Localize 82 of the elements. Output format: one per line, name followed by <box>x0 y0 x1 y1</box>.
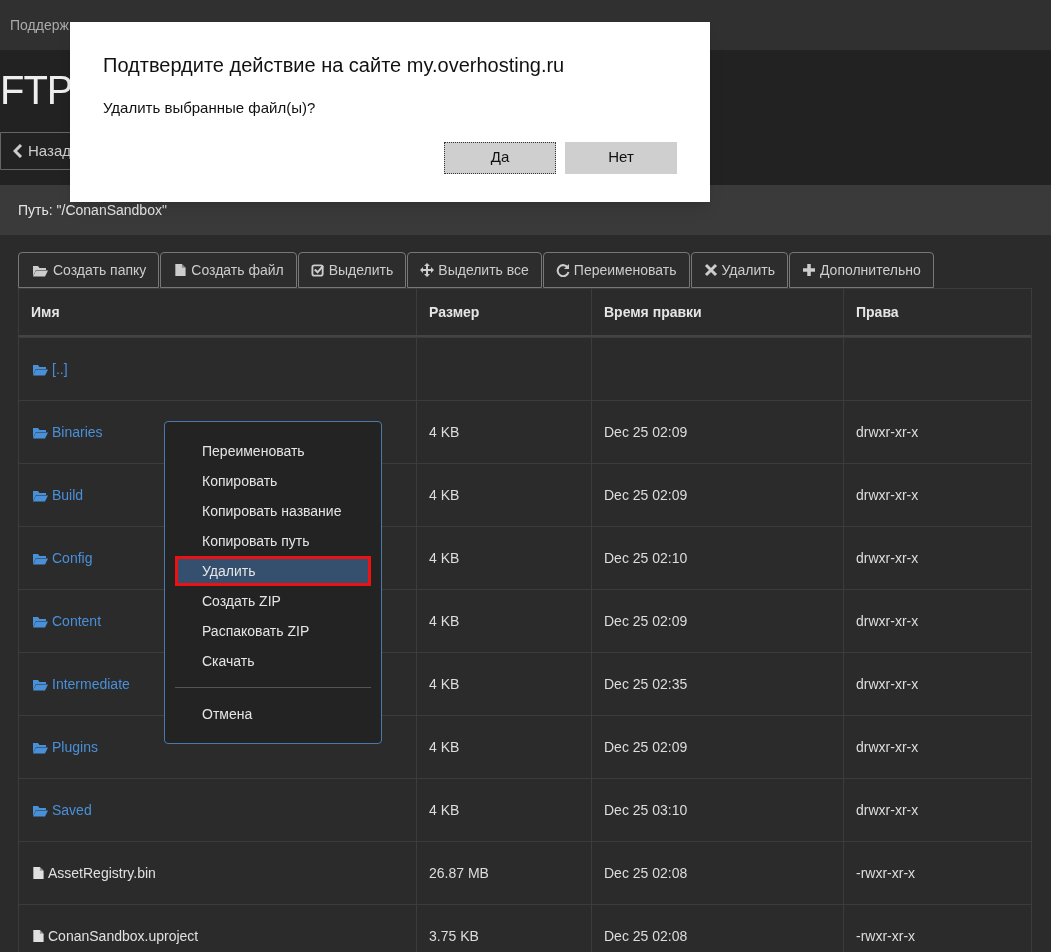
table-cell-text: 4 KB <box>429 485 460 505</box>
table-cell-text: Dec 25 02:10 <box>604 548 688 568</box>
table-cell-text: drwxr-xr-x <box>856 674 919 694</box>
folder-link[interactable]: [..] <box>31 358 68 380</box>
file-icon <box>173 263 188 277</box>
table-cell-text: drwxr-xr-x <box>856 800 919 820</box>
table-cell-text: -rwxr-xr-x <box>856 863 916 883</box>
table-cell-text: 4 KB <box>429 422 460 442</box>
table-cell-text: drwxr-xr-x <box>856 485 919 505</box>
folder-link[interactable]: Saved <box>31 799 92 821</box>
table-cell-text: 3.75 KB <box>429 926 479 946</box>
table-cell-text: Dec 25 02:08 <box>604 863 688 883</box>
toolbar-button[interactable]: Удалить <box>690 252 788 288</box>
table-cell-text: 4 KB <box>429 674 460 694</box>
toolbar-button[interactable]: Дополнительно <box>788 252 934 288</box>
folder-open-icon <box>31 362 49 376</box>
toolbar-button[interactable]: Выделить <box>297 252 407 288</box>
folder-link[interactable]: Content <box>31 610 102 632</box>
nav-link[interactable]: Поддерж <box>10 14 69 36</box>
table-cell-text: drwxr-xr-x <box>856 737 919 757</box>
dialog-message: Удалить выбранные файл(ы)? <box>103 98 317 118</box>
menu-item[interactable]: Создать ZIP <box>175 586 371 616</box>
dialog-button[interactable]: Нет <box>565 141 677 174</box>
file-icon <box>31 929 45 943</box>
dialog-title: Подтвердите действие на сайте my.overhosting.ru <box>103 53 566 78</box>
folder-open-icon <box>31 551 49 565</box>
table-cell-text: Dec 25 02:09 <box>604 611 688 631</box>
file-link[interactable]: ConanSandbox.uproject <box>31 925 199 947</box>
path-label: Путь: "/ConanSandbox" <box>18 200 167 220</box>
table-cell-text: Dec 25 02:35 <box>604 674 688 694</box>
folder-open-icon <box>31 425 49 439</box>
table-cell-text: drwxr-xr-x <box>856 422 919 442</box>
table-cell-text: Dec 25 02:09 <box>604 485 688 505</box>
folder-link[interactable]: Build <box>31 484 84 506</box>
column-header[interactable]: Имя <box>31 301 60 323</box>
folder-open-icon <box>31 677 49 691</box>
toolbar-button[interactable]: Переименовать <box>542 252 690 288</box>
column-header[interactable]: Права <box>856 301 899 323</box>
table-cell-text: 4 KB <box>429 611 460 631</box>
dialog-button[interactable]: Да <box>444 141 556 174</box>
column-header[interactable]: Время правки <box>604 301 702 323</box>
table-cell-text: Dec 25 02:09 <box>604 422 688 442</box>
table-cell-text: Dec 25 02:09 <box>604 737 688 757</box>
folder-link[interactable]: Intermediate <box>31 673 130 695</box>
table-cell-text: 4 KB <box>429 548 460 568</box>
folder-open-icon <box>31 614 49 628</box>
table-cell-text: -rwxr-xr-x <box>856 926 916 946</box>
menu-item[interactable]: Копировать <box>175 466 371 496</box>
menu-item[interactable]: Удалить <box>175 556 371 586</box>
file-icon <box>31 866 45 880</box>
folder-open-icon <box>31 488 49 502</box>
plus-icon <box>801 263 816 277</box>
menu-item[interactable]: Переименовать <box>175 436 371 466</box>
menu-item[interactable]: Копировать путь <box>175 526 371 556</box>
folder-open-icon <box>31 740 49 754</box>
toolbar-button[interactable]: Создать файл <box>160 252 297 288</box>
table-cell-text: 26.87 MB <box>429 863 489 883</box>
table-cell-text: drwxr-xr-x <box>856 611 919 631</box>
file-link[interactable]: AssetRegistry.bin <box>31 862 156 884</box>
folder-open-icon <box>31 803 49 817</box>
table-cell-text: Dec 25 03:10 <box>604 800 688 820</box>
check-square-icon <box>310 263 325 277</box>
folder-link[interactable]: Plugins <box>31 736 98 758</box>
table-cell-text: Dec 25 02:08 <box>604 926 688 946</box>
folder-link[interactable]: Config <box>31 547 93 569</box>
folder-link[interactable]: Binaries <box>31 421 103 443</box>
table-cell-text: 4 KB <box>429 800 460 820</box>
toolbar-button[interactable]: Выделить все <box>407 252 542 288</box>
page-title: FTP <box>0 67 73 114</box>
menu-item[interactable]: Отмена <box>175 699 371 729</box>
folder-open-icon <box>31 263 49 277</box>
chevron-left-icon <box>13 144 23 158</box>
table-cell-text: drwxr-xr-x <box>856 548 919 568</box>
refresh-icon <box>555 263 570 277</box>
table-cell-text: 4 KB <box>429 737 460 757</box>
x-icon <box>703 263 718 277</box>
move-arrows-icon <box>420 263 435 277</box>
menu-item[interactable]: Скачать <box>175 646 371 676</box>
toolbar-button[interactable]: Создать папку <box>18 252 160 288</box>
column-header[interactable]: Размер <box>429 301 480 323</box>
menu-item[interactable]: Копировать название <box>175 496 371 526</box>
menu-item[interactable]: Распаковать ZIP <box>175 616 371 646</box>
